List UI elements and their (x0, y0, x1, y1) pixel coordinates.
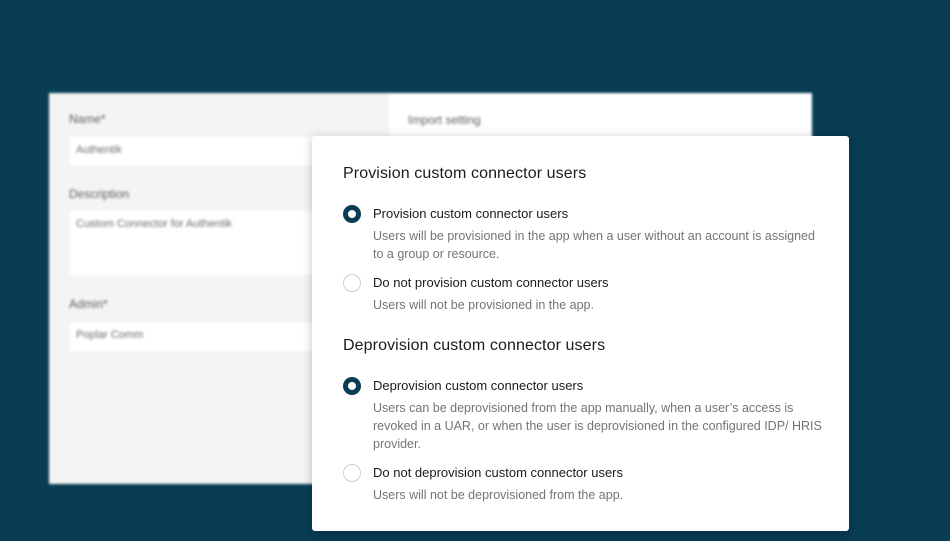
name-label: Name* (69, 112, 106, 126)
no-deprovision-option-label: Do not deprovision custom connector user… (373, 465, 624, 480)
admin-label: Admin* (69, 297, 108, 311)
stage: Name* Authentik Description Custom Conne… (0, 0, 950, 541)
no-provision-option-label: Do not provision custom connector users (373, 275, 609, 290)
deprovision-radio[interactable] (343, 377, 361, 395)
no-provision-option-description: Users will not be provisioned in the app… (373, 298, 594, 312)
no-provision-radio[interactable] (343, 274, 361, 292)
provisioning-settings-panel: Provision custom connector users Provisi… (312, 136, 849, 531)
no-deprovision-option-description: Users will not be deprovisioned from the… (373, 488, 624, 502)
provision-option-description: Users will be provisioned in the app whe… (373, 229, 815, 261)
deprovision-option-label: Deprovision custom connector users (373, 378, 584, 393)
import-setting-label: Import setting (408, 113, 481, 127)
deprovision-option-description: Users can be deprovisioned from the app … (373, 401, 822, 451)
deprovision-section-title: Deprovision custom connector users (343, 337, 606, 354)
provision-section-title: Provision custom connector users (343, 165, 587, 182)
no-deprovision-radio[interactable] (343, 464, 361, 482)
description-label: Description (69, 187, 130, 201)
provision-option-label: Provision custom connector users (373, 206, 569, 221)
provision-radio[interactable] (343, 205, 361, 223)
